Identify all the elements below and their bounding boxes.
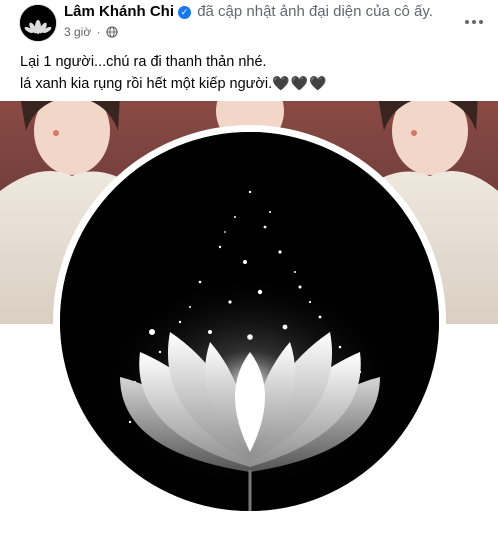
caption-line-1: Lại 1 người...chú ra đi thanh thản nhé. [20, 54, 267, 70]
post-action-text: đã cập nhật ảnh đại diện của cô ấy. [197, 3, 433, 20]
profile-photo[interactable] [60, 132, 439, 511]
post-header: Lâm Khánh Chi ✓ đã cập nhật ảnh đại diện … [0, 0, 498, 48]
post-meta: 3 giờ · [64, 25, 118, 39]
black-hearts: 🖤🖤🖤 [272, 75, 328, 91]
lotus-avatar-icon [20, 5, 56, 41]
author-name[interactable]: Lâm Khánh Chi [64, 3, 174, 20]
author-line: Lâm Khánh Chi ✓ đã cập nhật ảnh đại diện … [64, 3, 433, 20]
caption-line-2: lá xanh kia rụng rồi hết một kiếp người.… [20, 75, 328, 92]
post-caption: Lại 1 người...chú ra đi thanh thản nhé. … [20, 52, 327, 95]
white-lotus-image [60, 132, 439, 511]
post-media[interactable] [0, 101, 498, 538]
more-options-icon[interactable] [460, 8, 488, 36]
globe-icon[interactable] [106, 26, 118, 38]
author-avatar[interactable] [19, 4, 57, 42]
post-time[interactable]: 3 giờ [64, 25, 91, 39]
verified-badge-icon: ✓ [178, 6, 192, 19]
meta-separator: · [96, 25, 101, 39]
